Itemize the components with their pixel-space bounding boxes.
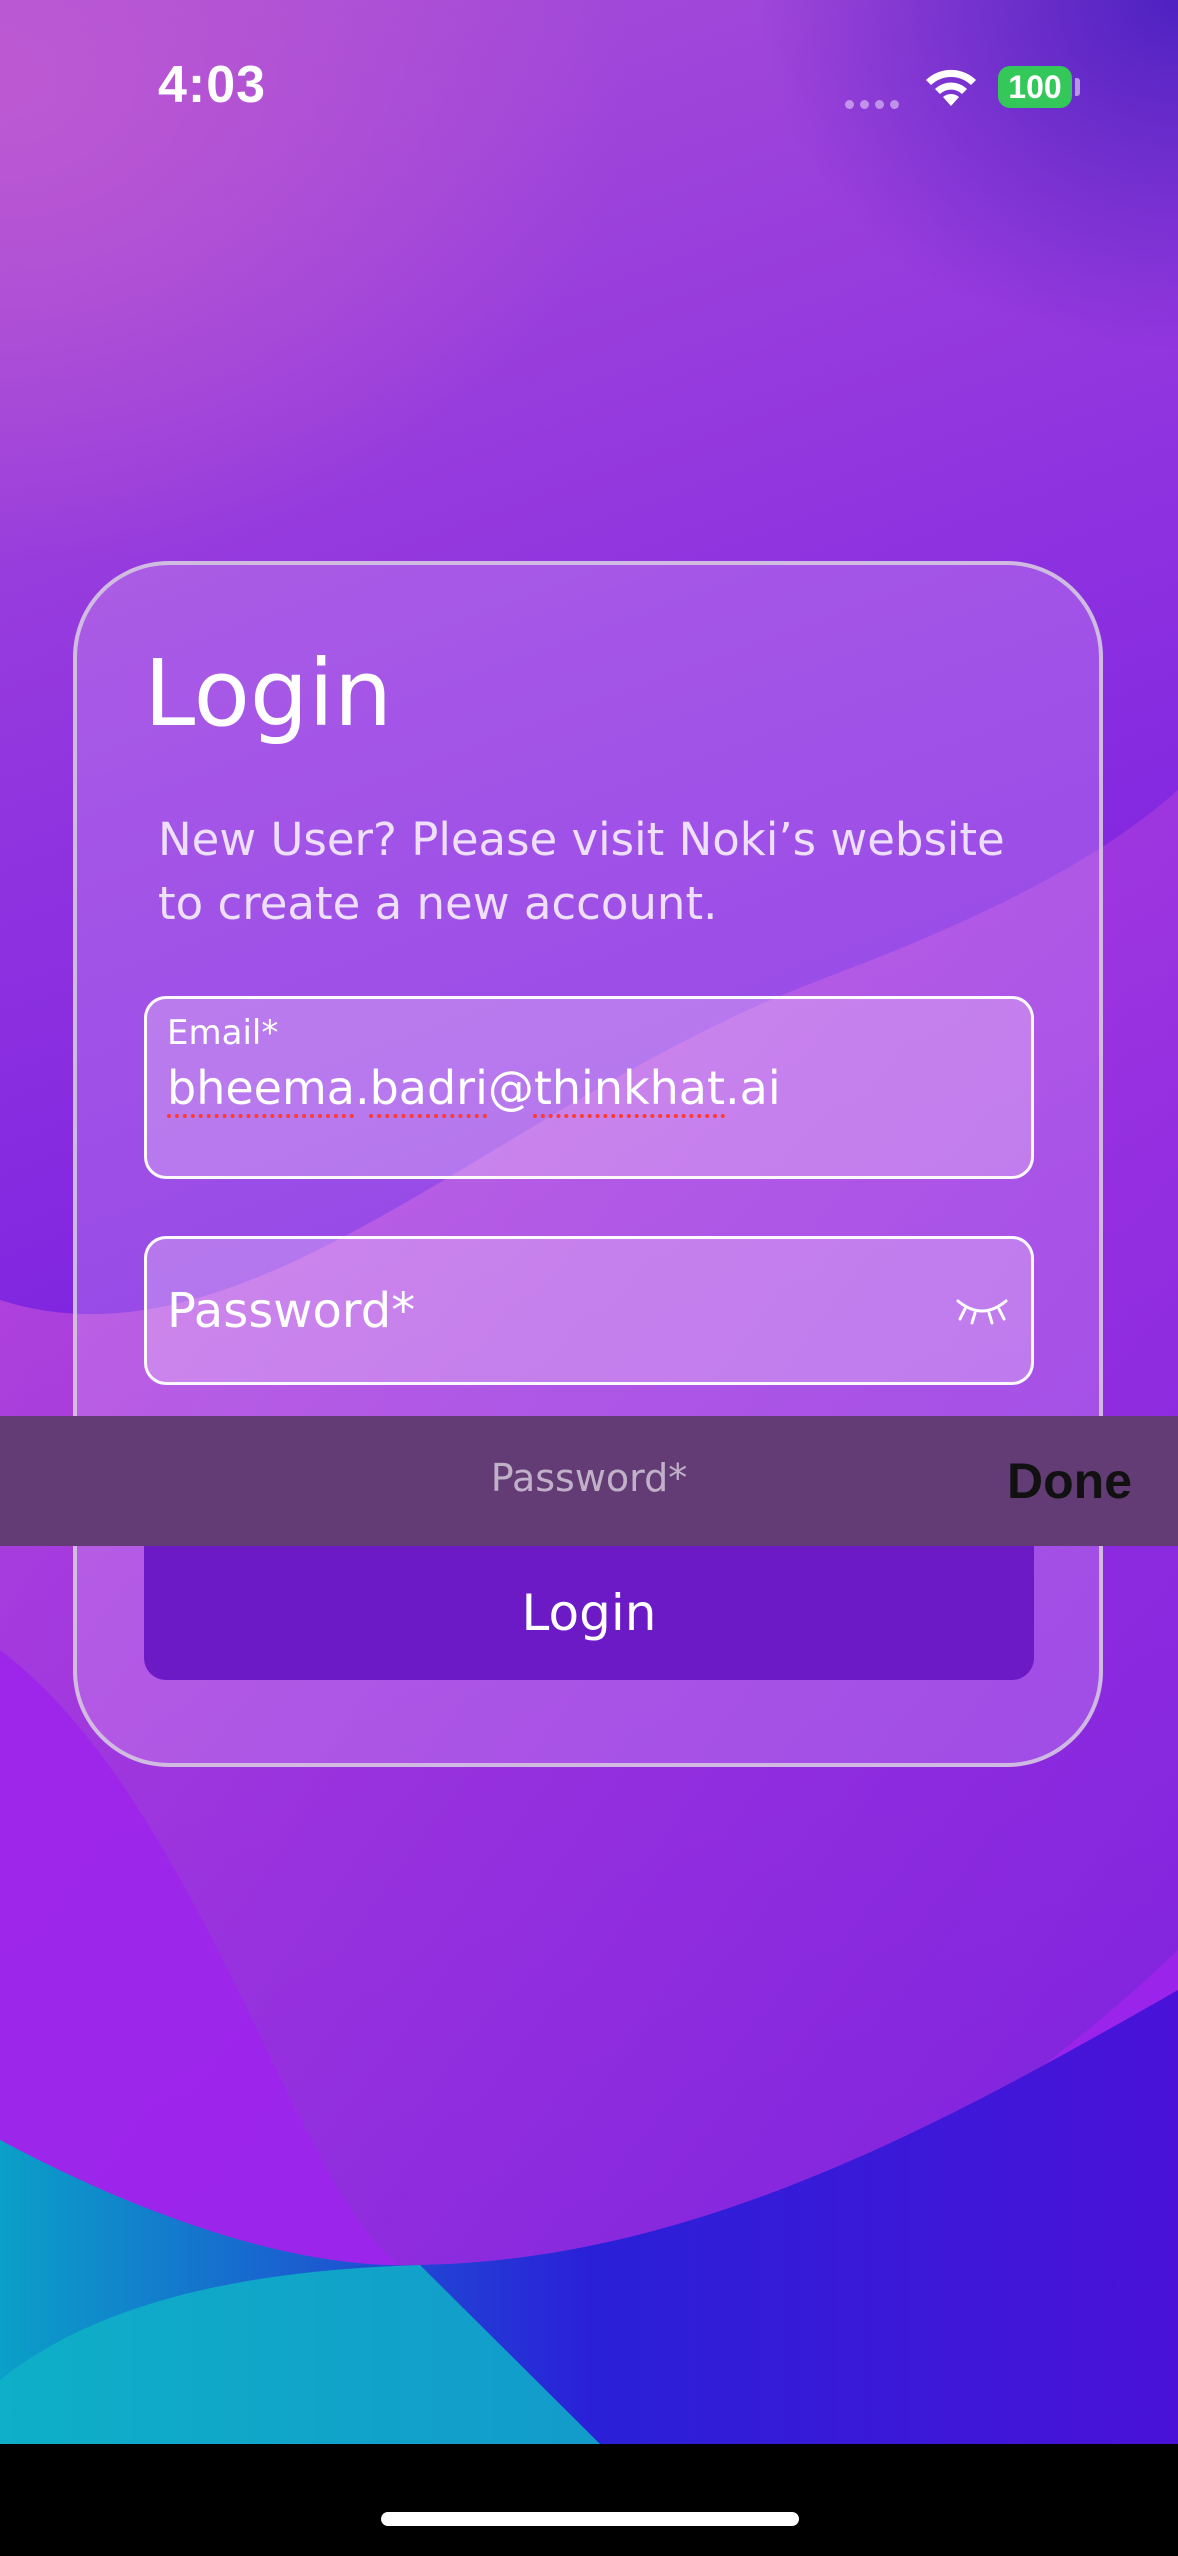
accessory-field-label: Password* — [490, 1456, 688, 1500]
keyboard-accessory-bar: Password* Done — [0, 1416, 1178, 1546]
email-input-value[interactable]: bheema.badri@thinkhat.ai — [167, 1061, 781, 1115]
battery-tip — [1075, 78, 1080, 96]
password-placeholder: Password* — [167, 1283, 416, 1339]
login-button[interactable]: Login — [144, 1546, 1034, 1680]
email-label: Email* — [167, 1013, 279, 1053]
email-part-1: bheema — [167, 1061, 355, 1115]
cellular-signal-icon — [845, 94, 905, 113]
wifi-icon — [922, 66, 980, 112]
email-field[interactable]: Email* bheema.badri@thinkhat.ai — [144, 996, 1034, 1179]
done-button[interactable]: Done — [1007, 1452, 1132, 1510]
email-part-3: badri — [369, 1061, 488, 1115]
email-part-4: @ — [487, 1061, 534, 1115]
status-time: 4:03 — [158, 56, 267, 114]
email-part-2: . — [354, 1061, 370, 1115]
new-user-instructions: New User? Please visit Noki’s website to… — [158, 813, 1005, 930]
page-title: Login — [144, 640, 393, 747]
home-indicator-area — [0, 2444, 1178, 2556]
home-indicator[interactable] — [381, 2512, 799, 2526]
battery-indicator: 100 — [998, 66, 1072, 108]
password-field[interactable]: Password* — [144, 1236, 1034, 1385]
email-part-6: .ai — [725, 1061, 781, 1115]
eye-closed-icon[interactable] — [955, 1295, 1009, 1329]
email-part-5: thinkhat — [533, 1061, 726, 1115]
